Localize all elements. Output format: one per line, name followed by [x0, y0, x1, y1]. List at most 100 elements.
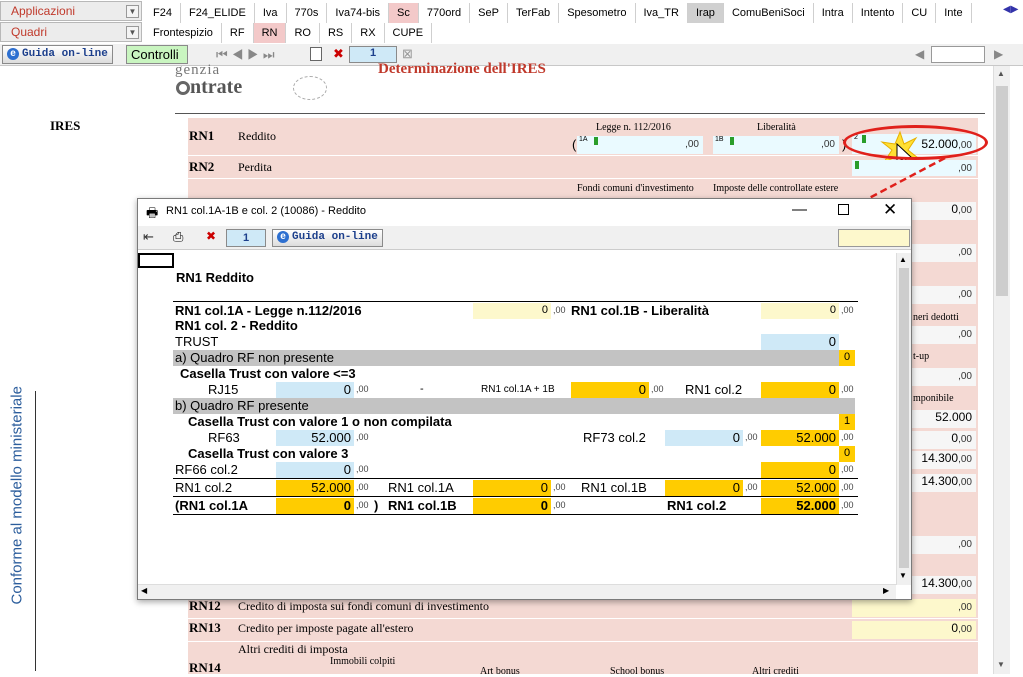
- scroll-thumb[interactable]: [996, 86, 1008, 296]
- dialog-yellow-field[interactable]: [838, 229, 910, 247]
- tab-rx[interactable]: RX: [352, 23, 385, 43]
- tab-terfab[interactable]: TerFab: [508, 3, 560, 23]
- scroll-thumb[interactable]: [899, 268, 909, 568]
- delete-page-icon[interactable]: ⊠: [402, 46, 413, 62]
- section-a-flag[interactable]: 0: [839, 350, 855, 366]
- tab-iva74bis[interactable]: Iva74-bis: [327, 3, 390, 23]
- exit-icon[interactable]: ⇤: [143, 229, 154, 245]
- dec-label: ,00: [958, 247, 972, 258]
- dialog-page-input[interactable]: 1: [226, 229, 266, 247]
- scroll-up-icon[interactable]: ▲: [997, 69, 1005, 78]
- r1a-value[interactable]: 0: [473, 303, 551, 319]
- dialog-table: RN1 col.1A - Legge n.112/2016 0 ,00 RN1 …: [173, 301, 858, 516]
- minimize-icon[interactable]: —: [792, 201, 807, 218]
- rj15-value[interactable]: 0: [276, 382, 354, 398]
- field-marker: [730, 137, 734, 145]
- print-icon[interactable]: ⎙: [173, 229, 183, 245]
- tab-770ord[interactable]: 770ord: [419, 3, 471, 23]
- fin-col2-value[interactable]: 52.000: [761, 498, 839, 514]
- rn1col2-value[interactable]: 0: [761, 382, 839, 398]
- rf-result[interactable]: 52.000: [761, 430, 839, 446]
- scroll-right-icon[interactable]: ▶: [883, 586, 889, 595]
- right-val-8[interactable]: 14.300,00: [912, 451, 976, 469]
- rf63-value[interactable]: 52.000: [276, 430, 354, 446]
- rf66-value[interactable]: 0: [276, 462, 354, 478]
- tab-frontespizio[interactable]: Frontespizio: [145, 23, 222, 43]
- dialog-guida-button[interactable]: e Guida on-line: [272, 229, 383, 247]
- tab-rf[interactable]: RF: [222, 23, 254, 43]
- col1ab-value[interactable]: 0: [571, 382, 649, 398]
- rn1-col1b-field[interactable]: 1B ,00: [713, 136, 839, 154]
- rf73-value[interactable]: 0: [665, 430, 743, 446]
- search-input[interactable]: [931, 46, 985, 63]
- rn13-field[interactable]: 0,00: [852, 621, 976, 639]
- rf66-result[interactable]: 0: [761, 462, 839, 478]
- main-scrollbar[interactable]: ▲ ▼: [993, 66, 1010, 674]
- chevron-down-icon[interactable]: ▼: [126, 26, 139, 39]
- tab-intra[interactable]: Intra: [814, 3, 853, 23]
- fin-1b-value[interactable]: 0: [473, 498, 551, 514]
- fin-1a-value[interactable]: 0: [276, 498, 354, 514]
- trust-label: TRUST: [175, 334, 219, 349]
- tab-inte[interactable]: Inte: [936, 3, 972, 23]
- delete-icon[interactable]: ✖: [206, 229, 216, 243]
- section-b: b) Quadro RF presente: [173, 398, 855, 414]
- trust-value[interactable]: 0: [761, 334, 839, 350]
- dialog-vscroll[interactable]: ▲ ▼: [896, 253, 911, 585]
- delete-icon[interactable]: ✖: [333, 46, 344, 62]
- right-val-5[interactable]: ,00: [912, 368, 976, 386]
- rn12-field[interactable]: ,00: [852, 599, 976, 617]
- dialog-hscroll[interactable]: ◀ ▶: [138, 584, 896, 599]
- tab-comubenisoci[interactable]: ComuBeniSoci: [724, 3, 814, 23]
- next-icon[interactable]: ▶: [994, 47, 1003, 61]
- right-val-6[interactable]: 52.000: [912, 410, 976, 428]
- tab-iva[interactable]: Iva: [255, 3, 287, 23]
- tab-iva-tr[interactable]: Iva_TR: [636, 3, 688, 23]
- tab-cu[interactable]: CU: [903, 3, 937, 23]
- nav-first-prev-icons[interactable]: ⏮◀▶⏭: [216, 47, 279, 63]
- tab-cupe[interactable]: CUPE: [385, 23, 433, 43]
- trust-3-flag[interactable]: 0: [839, 446, 855, 462]
- calc-col2-value[interactable]: 52.000: [276, 480, 354, 496]
- scroll-up-icon[interactable]: ▲: [899, 255, 907, 264]
- scroll-down-icon[interactable]: ▼: [899, 571, 907, 580]
- altricrediti-header: Altri crediti: [752, 666, 799, 677]
- prev-icon[interactable]: ◀: [915, 47, 924, 61]
- right-val-10[interactable]: ,00: [912, 536, 976, 554]
- right-val-9[interactable]: 14.300,00: [912, 474, 976, 492]
- close-icon[interactable]: ✕: [883, 200, 897, 220]
- scroll-down-icon[interactable]: ▼: [997, 660, 1005, 669]
- tab-rn[interactable]: RN: [253, 23, 287, 43]
- r1b-value[interactable]: 0: [761, 303, 839, 319]
- tab-ro[interactable]: RO: [286, 23, 320, 43]
- tab-f24[interactable]: F24: [145, 3, 181, 23]
- paren-open: (: [572, 137, 577, 152]
- calc-result[interactable]: 52.000: [761, 480, 839, 496]
- tab-spesometro[interactable]: Spesometro: [559, 3, 636, 23]
- right-val-4[interactable]: ,00: [912, 326, 976, 344]
- rn1-col1a-field[interactable]: 1A ,00: [577, 136, 703, 154]
- table-row: RN1 col.1A - Legge n.112/2016 0 ,00 RN1 …: [173, 301, 858, 319]
- calc-1a-value[interactable]: 0: [473, 480, 551, 496]
- trust-1-flag[interactable]: 1: [839, 414, 855, 430]
- quadri-menu[interactable]: Quadri ▼: [0, 22, 142, 42]
- chevron-down-icon[interactable]: ▼: [126, 5, 139, 18]
- maximize-icon[interactable]: [838, 204, 849, 215]
- tab-rs[interactable]: RS: [320, 23, 353, 43]
- right-val-11[interactable]: 14.300,00: [912, 576, 976, 594]
- tab-770s[interactable]: 770s: [287, 3, 328, 23]
- guida-button[interactable]: e Guida on-line: [2, 45, 113, 64]
- tab-sep[interactable]: SeP: [470, 3, 508, 23]
- copy-icon[interactable]: [310, 47, 322, 61]
- tab-f24-elide[interactable]: F24_ELIDE: [181, 3, 255, 23]
- calc-1b-value[interactable]: 0: [665, 480, 743, 496]
- tab-intento[interactable]: Intento: [853, 3, 904, 23]
- tab-irap[interactable]: Irap: [687, 3, 724, 23]
- tab-scroll-arrows[interactable]: ◀▶: [1003, 4, 1018, 15]
- right-val-3[interactable]: ,00: [912, 286, 976, 304]
- right-val-7[interactable]: 0,00: [912, 431, 976, 449]
- tab-sc[interactable]: Sc: [389, 3, 419, 23]
- rn12-code: RN12: [189, 598, 221, 613]
- applicazioni-menu[interactable]: Applicazioni ▼: [0, 1, 142, 21]
- scroll-left-icon[interactable]: ◀: [141, 586, 147, 595]
